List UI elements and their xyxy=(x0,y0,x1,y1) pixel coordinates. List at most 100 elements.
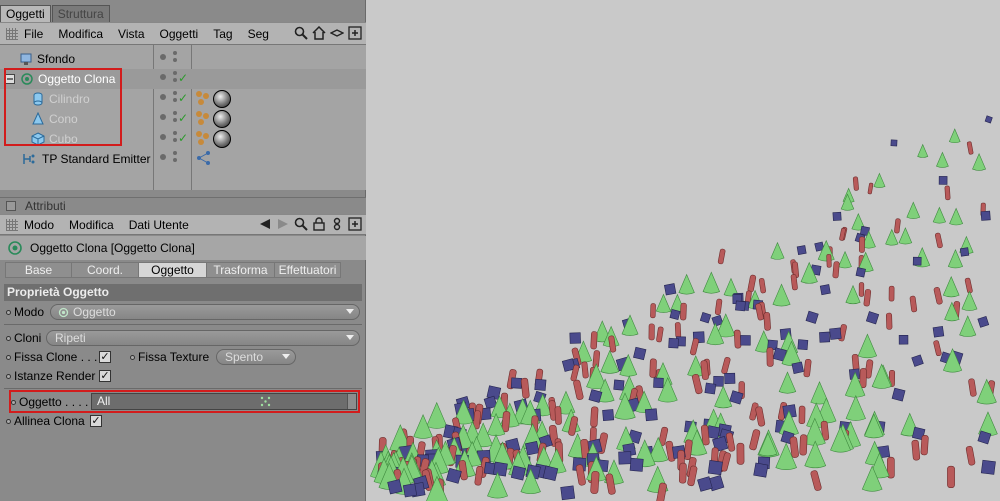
cube-clone xyxy=(644,408,658,422)
panel-toggle-icon[interactable] xyxy=(6,201,16,211)
cone-clone xyxy=(770,241,785,260)
dropdown-value: Ripeti xyxy=(55,331,86,345)
new-window-icon[interactable] xyxy=(348,217,362,231)
cube-clone xyxy=(819,284,831,296)
prop-cloni: Cloni xyxy=(6,329,41,347)
tab-trasforma[interactable]: Trasforma xyxy=(206,262,275,278)
allinea-clona-checkbox[interactable]: ✓ xyxy=(90,415,102,427)
cube-clone xyxy=(699,312,712,324)
keyframe-dot-icon[interactable] xyxy=(6,355,11,361)
tab-effettuatori[interactable]: Effettuatori xyxy=(274,262,341,278)
enabled-check-icon[interactable]: ✓ xyxy=(178,111,188,125)
keyframe-dot-icon[interactable] xyxy=(130,355,135,361)
cone-clone xyxy=(857,333,878,359)
forward-arrow-icon[interactable] xyxy=(276,217,290,231)
new-window-icon[interactable] xyxy=(348,26,362,40)
texture-tag-icon[interactable] xyxy=(195,110,211,126)
material-tag-icon[interactable] xyxy=(213,110,231,128)
cube-clone xyxy=(510,377,523,389)
cube-clone xyxy=(984,115,993,124)
menu-modifica[interactable]: Modifica xyxy=(69,218,114,232)
cylinder-clone xyxy=(803,358,812,378)
cylinder-clone xyxy=(852,176,859,191)
enabled-check-icon[interactable]: ✓ xyxy=(178,71,188,85)
cylinder-clone xyxy=(798,405,806,424)
cylinder-clone xyxy=(648,323,655,341)
material-tag-icon[interactable] xyxy=(213,130,231,148)
menu-tag[interactable]: Tag xyxy=(213,27,232,41)
settings-icon[interactable] xyxy=(330,217,344,231)
cylinder-clone xyxy=(678,462,687,484)
texture-tag-icon[interactable] xyxy=(195,130,211,146)
3d-viewport[interactable] xyxy=(366,0,1000,501)
cloni-dropdown[interactable]: Ripeti xyxy=(46,330,360,346)
attributes-menubar: Modo Modifica Dati Utente xyxy=(0,214,366,235)
prop-label: Istanze Render xyxy=(14,369,96,383)
texture-tag-icon[interactable] xyxy=(195,90,211,106)
menu-seg[interactable]: Seg xyxy=(248,27,269,41)
cone-clone xyxy=(487,471,508,499)
cylinder-clone xyxy=(894,218,901,234)
cube-clone xyxy=(832,211,842,221)
fissa-clone-checkbox[interactable]: ✓ xyxy=(99,351,111,363)
menu-vista[interactable]: Vista xyxy=(118,27,144,41)
material-tag-icon[interactable] xyxy=(213,90,231,108)
tree-row-sfondo[interactable]: Sfondo xyxy=(0,49,366,69)
cylinder-clone xyxy=(714,298,723,315)
lock-icon[interactable] xyxy=(312,217,326,231)
tree-row-tp-emitter[interactable]: TP Standard Emitter xyxy=(0,149,366,169)
cylinder-clone xyxy=(888,285,895,302)
grip-icon[interactable] xyxy=(6,218,18,231)
keyframe-dot-icon[interactable] xyxy=(6,310,11,316)
cylinder-clone xyxy=(733,329,742,349)
back-arrow-icon[interactable] xyxy=(258,217,272,231)
cylinder-clone xyxy=(554,406,562,425)
menu-dati-utente[interactable]: Dati Utente xyxy=(129,218,189,232)
visibility-dots[interactable] xyxy=(160,51,184,66)
cube-clone xyxy=(668,337,679,349)
cylinder-clone xyxy=(736,442,745,465)
keyframe-dot-icon[interactable] xyxy=(6,336,11,342)
cylinder-clone xyxy=(755,406,766,427)
menu-oggetti[interactable]: Oggetti xyxy=(160,27,199,41)
cylinder-clone xyxy=(934,232,943,249)
cylinder-clone xyxy=(799,434,808,456)
grip-icon[interactable] xyxy=(6,27,18,40)
search-icon[interactable] xyxy=(294,217,308,231)
search-icon[interactable] xyxy=(294,26,308,40)
collapse-icon[interactable] xyxy=(330,26,344,40)
tab-oggetto[interactable]: Oggetto xyxy=(138,262,207,278)
home-icon[interactable] xyxy=(312,26,326,40)
divider xyxy=(4,388,362,389)
enabled-check-icon[interactable]: ✓ xyxy=(178,91,188,105)
tab-coord[interactable]: Coord. xyxy=(71,262,139,278)
cube-clone xyxy=(629,457,644,472)
cone-clone xyxy=(600,349,620,374)
cone-clone xyxy=(873,172,886,188)
menu-file[interactable]: File xyxy=(24,27,43,41)
cone-clone xyxy=(961,290,978,311)
cube-clone xyxy=(855,267,866,278)
cylinder-clone xyxy=(747,274,757,293)
particle-group-tag-icon[interactable] xyxy=(196,150,212,166)
enabled-check-icon[interactable]: ✓ xyxy=(178,131,188,145)
menu-modo[interactable]: Modo xyxy=(24,218,54,232)
fissa-texture-dropdown[interactable]: Spento xyxy=(216,349,296,365)
prop-label: Fissa Texture xyxy=(138,350,210,364)
keyframe-dot-icon[interactable] xyxy=(6,374,11,380)
tab-struttura[interactable]: Struttura xyxy=(51,5,110,22)
tab-oggetti[interactable]: Oggetti xyxy=(0,5,51,22)
istanze-render-checkbox[interactable]: ✓ xyxy=(99,370,111,382)
cube-clone xyxy=(560,485,576,501)
cube-clone xyxy=(805,310,819,324)
menu-modifica[interactable]: Modifica xyxy=(58,27,103,41)
tab-base[interactable]: Base xyxy=(5,262,72,278)
keyframe-dot-icon[interactable] xyxy=(6,419,11,425)
cone-clone xyxy=(936,151,949,168)
cone-clone xyxy=(714,385,733,409)
cone-clone xyxy=(959,315,977,337)
modo-dropdown[interactable]: Oggetto xyxy=(50,304,360,320)
visibility-dots[interactable] xyxy=(160,151,184,166)
cylinder-clone xyxy=(590,406,599,428)
clone-particles-scene xyxy=(370,115,998,501)
